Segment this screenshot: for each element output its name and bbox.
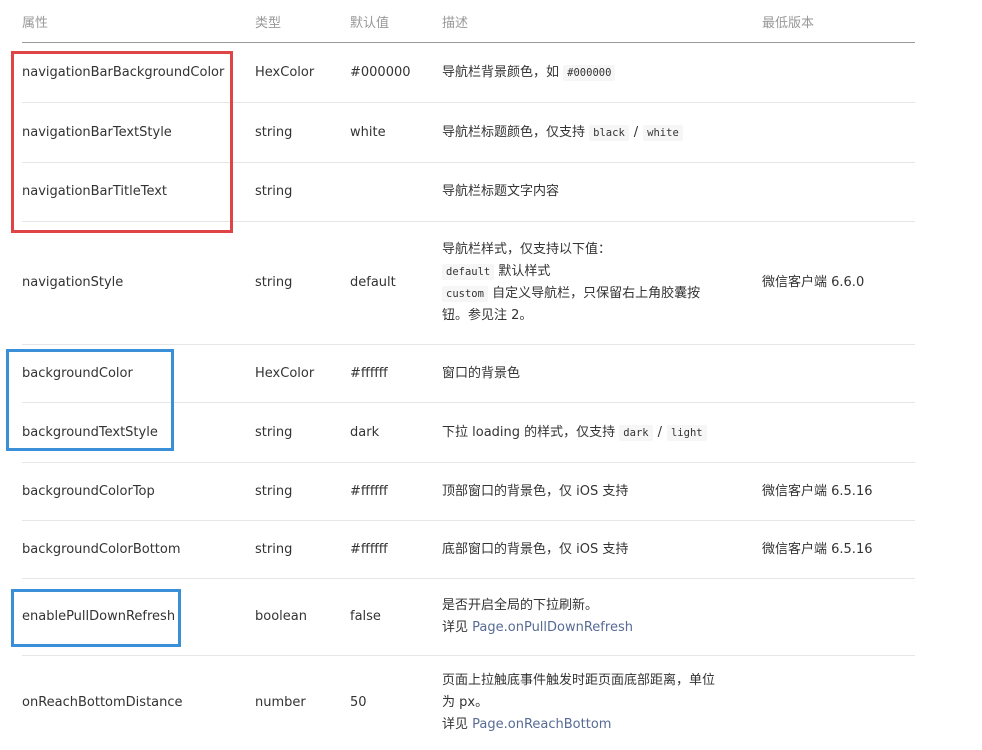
row-default: #ffffff (350, 520, 442, 579)
row-default: #000000 (350, 42, 442, 103)
table-row: backgroundColorBottom string #ffffff 底部窗… (22, 520, 915, 579)
desc-text: 下拉 loading 的样式，仅支持 (442, 424, 616, 440)
attribute-table: 属性 类型 默认值 描述 最低版本 navigationBarBackgroun… (22, 0, 915, 750)
desc-text: 底部窗口的背景色，仅 iOS 支持 (442, 541, 629, 557)
row-version: 微信客户端 6.5.16 (762, 462, 915, 521)
desc-line: 详见 Page.onPullDownRefresh (442, 617, 752, 639)
desc-separator: / (657, 424, 662, 440)
row-default: white (350, 102, 442, 163)
row-desc: 导航栏样式，仅支持以下值： default 默认样式 custom 自定义导航栏… (442, 221, 762, 345)
page-on-reach-bottom-link[interactable]: Page.onReachBottom (472, 717, 611, 732)
row-desc: 下拉 loading 的样式，仅支持 dark / light (442, 402, 762, 463)
row-default: 50 (350, 694, 367, 710)
row-type: HexColor (255, 42, 350, 103)
row-desc: 导航栏标题颜色，仅支持 black / white (442, 102, 762, 163)
row-type: string (255, 221, 350, 345)
table-row: navigationBarTextStyle string white 导航栏标… (22, 102, 915, 163)
table-row: navigationBarTitleText string 导航栏标题文字内容 (22, 162, 915, 222)
desc-text: 窗口的背景色 (442, 365, 521, 381)
row-type: string (255, 462, 350, 521)
desc-line: 钮。参见注 2。 (442, 308, 533, 323)
row-desc: 底部窗口的背景色，仅 iOS 支持 (442, 520, 762, 579)
table-header-row: 属性 类型 默认值 描述 最低版本 (22, 0, 915, 43)
row-version: 微信客户端 6.6.0 (762, 221, 915, 345)
row-type: boolean (255, 578, 350, 656)
desc-line: default 默认样式 (442, 261, 752, 283)
desc-line: 是否开启全局的下拉刷新。 (442, 598, 599, 613)
desc-separator: / (633, 124, 639, 140)
row-name: navigationStyle (22, 221, 255, 345)
row-desc: 导航栏标题文字内容 (442, 162, 762, 222)
desc-text: 导航栏标题颜色，仅支持 (442, 124, 586, 140)
table-row: navigationBarBackgroundColor HexColor #0… (22, 42, 915, 103)
page-on-pull-down-refresh-link[interactable]: Page.onPullDownRefresh (472, 620, 633, 635)
row-name: enablePullDownRefresh (22, 578, 255, 656)
row-name: backgroundColorTop (22, 462, 255, 521)
desc-line: 页面上拉触底事件触发时距页面底部距离，单位 (442, 672, 716, 688)
table-row: enablePullDownRefresh boolean false 是否开启… (22, 578, 915, 656)
desc-code: black (589, 124, 629, 141)
desc-line: 为 px。 (442, 694, 489, 710)
table-row: backgroundTextStyle string dark 下拉 loadi… (22, 402, 915, 463)
header-version: 最低版本 (762, 0, 915, 43)
desc-line: 导航栏样式，仅支持以下值： (442, 242, 612, 257)
desc-code: light (666, 424, 707, 441)
row-version (762, 102, 915, 163)
row-desc: 页面上拉触底事件触发时距页面底部距离，单位 为 px。 详见 Page.onRe… (442, 656, 762, 750)
desc-code: #000000 (563, 64, 616, 81)
table-row: navigationStyle string default 导航栏样式，仅支持… (22, 221, 915, 345)
row-version (762, 402, 915, 463)
desc-code: white (643, 124, 683, 141)
row-name: backgroundColor (22, 344, 255, 403)
row-name: onReachBottomDistance (22, 694, 183, 710)
row-default: dark (350, 402, 442, 463)
row-name: navigationBarBackgroundColor (22, 42, 255, 103)
row-version (762, 344, 915, 403)
row-name: navigationBarTitleText (22, 162, 255, 222)
desc-line: 详见 Page.onReachBottom (442, 714, 752, 736)
desc-text: 自定义导航栏，只保留右上角胶囊按 (492, 286, 701, 301)
header-type: 类型 (255, 0, 350, 43)
row-version (762, 656, 915, 750)
row-default: default (350, 221, 442, 345)
desc-prefix: 详见 (442, 620, 469, 635)
desc-code: dark (619, 424, 653, 441)
table-row: backgroundColor HexColor #ffffff 窗口的背景色 (22, 344, 915, 403)
row-default: #ffffff (350, 344, 442, 403)
row-version (762, 578, 915, 656)
header-default: 默认值 (350, 0, 442, 43)
header-desc: 描述 (442, 0, 762, 43)
row-type: HexColor (255, 344, 350, 403)
row-type: string (255, 520, 350, 579)
desc-text: 导航栏背景颜色，如 (442, 64, 560, 80)
table-row: backgroundColorTop string #ffffff 顶部窗口的背… (22, 462, 915, 521)
row-name: backgroundTextStyle (22, 402, 255, 463)
row-default: #ffffff (350, 462, 442, 521)
row-version: 微信客户端 6.5.16 (762, 520, 915, 579)
row-version (762, 42, 915, 103)
desc-code: custom (442, 286, 488, 302)
row-version (762, 162, 915, 222)
row-desc: 顶部窗口的背景色，仅 iOS 支持 (442, 462, 762, 521)
row-type: string (255, 402, 350, 463)
row-desc: 导航栏背景颜色，如 #000000 (442, 42, 762, 103)
row-type: string (255, 102, 350, 163)
row-type: string (255, 162, 350, 222)
desc-text: 顶部窗口的背景色，仅 iOS 支持 (442, 483, 629, 499)
row-desc: 是否开启全局的下拉刷新。 详见 Page.onPullDownRefresh (442, 578, 762, 656)
row-desc: 窗口的背景色 (442, 344, 762, 403)
desc-text: 默认样式 (498, 264, 551, 279)
row-default: false (350, 578, 442, 656)
table-row: onReachBottomDistance number 50 页面上拉触底事件… (22, 656, 915, 750)
row-type: number (255, 694, 306, 710)
desc-prefix: 详见 (442, 716, 469, 732)
row-default (350, 162, 442, 222)
row-name: navigationBarTextStyle (22, 102, 255, 163)
header-name: 属性 (22, 0, 255, 43)
row-name: backgroundColorBottom (22, 520, 255, 579)
desc-code: default (442, 264, 495, 280)
desc-text: 导航栏标题文字内容 (442, 184, 560, 199)
page: 属性 类型 默认值 描述 最低版本 navigationBarBackgroun… (0, 0, 982, 746)
desc-line: custom 自定义导航栏，只保留右上角胶囊按 (442, 283, 752, 305)
